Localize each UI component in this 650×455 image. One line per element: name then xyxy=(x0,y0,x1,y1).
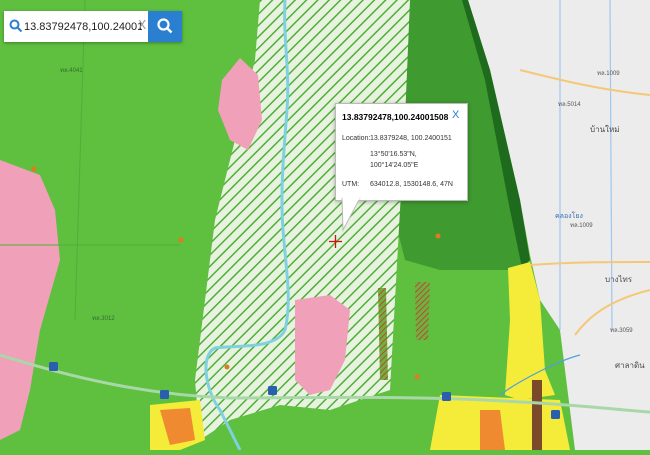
road-label-5: ทล.5014 xyxy=(558,102,581,108)
crosshair-icon[interactable] xyxy=(329,235,342,248)
poi-dot-1 xyxy=(178,237,184,243)
map-canvas[interactable]: ทล.4041 ทล.3012 ทล.1009 ทล.1009 ทล.5014 … xyxy=(0,0,650,451)
poi-dot-2 xyxy=(224,364,230,370)
location-label: Location: xyxy=(342,135,371,142)
road-label-2: ทล.3012 xyxy=(92,316,115,322)
search-box: X xyxy=(4,11,182,42)
road-label-6: ทล.3059 xyxy=(610,328,633,334)
dms-latitude: 13°50'16.53"N, xyxy=(370,151,417,158)
road-label-3: ทล.1009 xyxy=(597,71,620,77)
popup-close-button[interactable]: X xyxy=(452,109,459,121)
place-label-4: บางไทร xyxy=(605,275,633,284)
poi-dot-5 xyxy=(435,233,441,239)
place-label-2: ศาลาดิน xyxy=(615,361,645,370)
search-icon xyxy=(157,18,173,34)
place-label-3: คลองโยง xyxy=(555,211,583,220)
restricted-strip-2 xyxy=(415,282,430,340)
search-icon xyxy=(9,19,23,33)
popup-title: 13.83792478,100.24001508 xyxy=(342,112,449,122)
location-value: 13.8379248, 100.2400151 xyxy=(370,135,452,142)
place-label-1: บ้านใหม่ xyxy=(590,125,620,134)
utm-value: 634012.8, 1530148.6, 47N xyxy=(370,181,453,188)
clear-button[interactable]: X xyxy=(138,18,146,32)
road-label-1: ทล.4041 xyxy=(60,68,83,74)
road-label-4: ทล.1009 xyxy=(570,223,593,229)
dms-longitude: 100°14'24.05"E xyxy=(370,162,419,169)
location-popup: 13.83792478,100.24001508 X Location: 13.… xyxy=(335,103,468,201)
poi-dot-4 xyxy=(31,166,37,172)
search-button[interactable] xyxy=(148,11,182,42)
industrial-strip xyxy=(532,380,542,450)
poi-dot-3 xyxy=(414,374,420,380)
land-use-map: ทล.4041 ทล.3012 ทล.1009 ทล.1009 ทล.5014 … xyxy=(0,0,650,451)
search-input[interactable] xyxy=(24,17,142,36)
popup-pointer xyxy=(341,198,361,232)
utm-label: UTM: xyxy=(342,181,360,188)
